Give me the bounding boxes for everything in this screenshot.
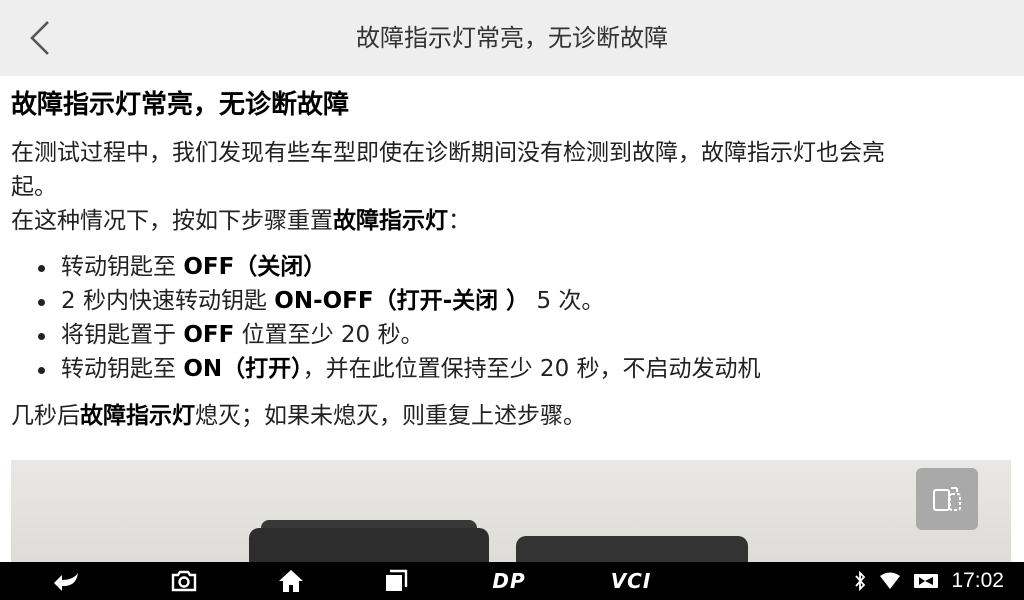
after-bold: 故障指示灯 [80,403,195,429]
after-prefix: 几秒后 [11,403,80,429]
device-photo [11,460,1011,562]
step-bold: OFF（关闭） [183,254,327,280]
list-item: 2 秒内快速转动钥匙 ON-OFF（打开-关闭 ） 5 次。 [11,284,1011,318]
screen-switch-button[interactable] [916,468,978,530]
bullet-icon [38,299,45,306]
home-icon [279,570,303,592]
camera-icon [171,570,197,592]
system-nav-bar: DP VCI 17:02 [0,562,1024,600]
list-item: 将钥匙置于 OFF 位置至少 20 秒。 [11,318,1011,352]
bullet-icon [38,265,45,272]
step-text-after: ，并在此位置保持至少 20 秒，不启动发动机 [302,356,761,382]
steps-list: 转动钥匙至 OFF（关闭） 2 秒内快速转动钥匙 ON-OFF（打开-关闭 ） … [11,250,1011,386]
reset-bold: 故障指示灯 [333,208,448,234]
back-nav-button[interactable] [46,562,86,600]
step-bold: ON（打开） [183,356,303,382]
step-text: 将钥匙置于 [61,322,184,348]
step-bold: ON-OFF（打开-关闭 ） [274,288,530,314]
screen-switch-icon [933,487,961,511]
step-text-after: 位置至少 20 秒。 [234,322,424,348]
screenshot-button[interactable] [166,562,202,600]
return-arrow-icon [54,573,78,591]
vci-button[interactable]: VCI [604,562,658,600]
dp-button[interactable]: DP [484,562,534,600]
intro-line-2: 起。 [11,174,57,200]
status-area: 17:02 [853,562,1004,600]
step-bold: OFF [183,322,235,348]
intro-paragraph: 在测试过程中，我们发现有些车型即使在诊断期间没有检测到故障，故障指示灯也会亮 起… [11,136,1011,238]
bullet-icon [38,367,45,374]
wifi-icon [880,572,901,589]
step-text: 2 秒内快速转动钥匙 [61,288,275,314]
reset-suffix: ： [448,208,471,234]
article-content: 故障指示灯常亮，无诊断故障 在测试过程中，我们发现有些车型即使在诊断期间没有检测… [11,76,1011,562]
intro-line-1: 在测试过程中，我们发现有些车型即使在诊断期间没有检测到故障，故障指示灯也会亮 [11,140,885,166]
list-item: 转动钥匙至 ON（打开），并在此位置保持至少 20 秒，不启动发动机 [11,352,1011,386]
after-paragraph: 几秒后故障指示灯熄灭；如果未熄灭，则重复上述步骤。 [11,399,1011,433]
reset-prefix: 在这种情况下，按如下步骤重置 [11,208,333,234]
home-button[interactable] [273,562,309,600]
step-text: 转动钥匙至 [61,356,184,382]
bluetooth-icon [855,571,866,591]
recent-apps-button[interactable] [378,562,414,600]
recent-apps-icon [386,569,408,591]
after-suffix: 熄灭；如果未熄灭，则重复上述步骤。 [195,403,586,429]
device-right [516,536,748,562]
app-header: 故障指示灯常亮，无诊断故障 [0,0,1024,76]
list-item: 转动钥匙至 OFF（关闭） [11,250,1011,284]
device-left [249,528,489,562]
vci-label: VCI [610,569,652,593]
step-text-after: 5 次。 [529,288,605,314]
dp-label: DP [492,569,526,593]
article-title: 故障指示灯常亮，无诊断故障 [11,90,350,120]
page-title: 故障指示灯常亮，无诊断故障 [356,24,668,52]
step-text: 转动钥匙至 [61,254,184,280]
status-clock: 17:02 [951,569,1004,592]
bullet-icon [38,333,45,340]
battery-icon [914,574,939,588]
